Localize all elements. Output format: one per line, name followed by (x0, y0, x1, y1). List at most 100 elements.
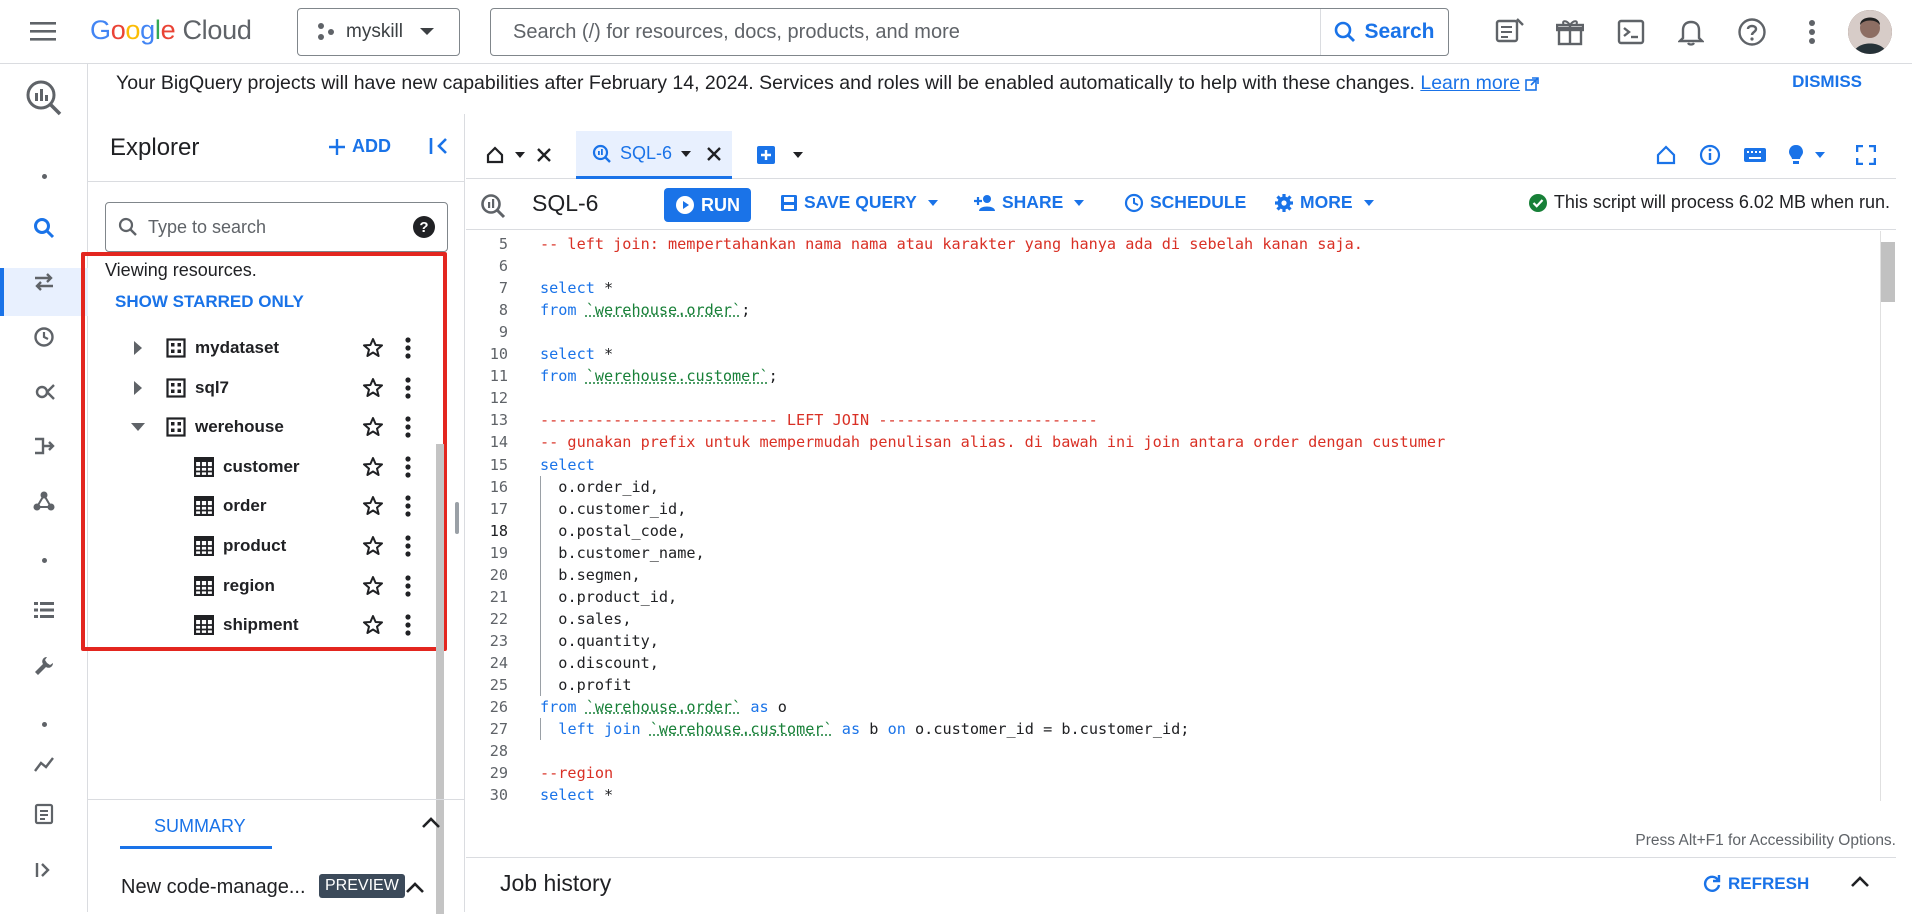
tab-summary[interactable]: SUMMARY (154, 816, 246, 837)
more-vert-icon[interactable] (404, 614, 412, 636)
code-line[interactable]: 10 select * (466, 343, 1880, 365)
google-cloud-logo[interactable]: Google Cloud (90, 15, 252, 46)
add-button[interactable]: ADD (328, 136, 391, 157)
home-icon[interactable] (1656, 131, 1676, 179)
star-icon[interactable] (362, 535, 384, 557)
code-scrollbar-thumb[interactable] (1881, 242, 1895, 302)
avatar[interactable] (1848, 10, 1892, 54)
code-line[interactable]: 9 (466, 321, 1880, 343)
notes-icon[interactable] (1492, 14, 1528, 50)
scheduled-queries-icon[interactable] (28, 321, 60, 353)
more-vert-icon[interactable] (404, 376, 412, 399)
code-line[interactable]: 23 o.quantity, (466, 629, 1880, 652)
close-icon[interactable] (536, 147, 552, 163)
code-line[interactable]: 12 (466, 387, 1880, 409)
help-icon[interactable]: ? (413, 216, 435, 238)
code-line[interactable]: 22 o.sales, (466, 607, 1880, 630)
code-line[interactable]: 21 o.product_id, (466, 585, 1880, 608)
bigquery-logo-icon[interactable] (24, 78, 64, 118)
tree-item-dataset[interactable]: mydataset (88, 328, 428, 368)
tab-home[interactable] (486, 131, 552, 179)
page-scrollbar[interactable] (1896, 114, 1912, 912)
search-input[interactable]: Search (/) for resources, docs, products… (491, 21, 1320, 44)
tab-sql-6[interactable]: SQL-6 (576, 131, 732, 179)
expand-arrow-icon[interactable] (130, 380, 146, 396)
code-line[interactable]: 14 -- gunakan prefix untuk mempermudah pe… (466, 431, 1880, 453)
wrench-icon[interactable] (28, 650, 60, 682)
chevron-up-icon[interactable] (405, 880, 425, 894)
code-line[interactable]: 16 o.order_id, (466, 475, 1880, 498)
fullscreen-icon[interactable] (1856, 131, 1876, 179)
monitoring-icon[interactable] (28, 756, 60, 772)
close-icon[interactable] (706, 146, 722, 162)
tree-item-table[interactable]: region (88, 566, 428, 606)
code-line[interactable]: 15 select (466, 454, 1880, 476)
list-icon[interactable] (28, 594, 60, 626)
dropdown-arrow-icon[interactable] (1814, 151, 1826, 159)
keyboard-icon[interactable] (1743, 131, 1767, 179)
dropdown-arrow-icon[interactable] (792, 151, 804, 159)
expand-arrow-icon[interactable] (130, 340, 146, 356)
star-icon[interactable] (362, 614, 384, 636)
cloud-shell-icon[interactable] (1613, 14, 1649, 50)
partner-center-icon[interactable] (28, 485, 60, 517)
help-icon[interactable] (1734, 14, 1770, 50)
dropdown-arrow-icon[interactable] (514, 151, 526, 159)
code-line[interactable]: 8 from `werehouse.order`; (466, 299, 1880, 321)
more-button[interactable]: MORE (1274, 192, 1375, 213)
dataform-icon[interactable] (28, 430, 60, 462)
run-button[interactable]: RUN (664, 188, 751, 222)
show-starred-only-button[interactable]: SHOW STARRED ONLY (115, 292, 304, 312)
star-icon[interactable] (362, 495, 384, 517)
code-scrollbar[interactable] (1880, 231, 1896, 801)
resource-search[interactable]: Type to search ? (105, 202, 448, 252)
star-icon[interactable] (362, 575, 384, 597)
code-line[interactable]: 24 o.discount, (466, 651, 1880, 674)
new-query-button[interactable] (756, 131, 804, 179)
code-line[interactable]: 18 o.postal_code, (466, 519, 1880, 542)
code-management-label[interactable]: New code-manage... (121, 876, 306, 899)
search-icon[interactable] (28, 212, 60, 244)
data-transfer-icon[interactable] (28, 266, 60, 298)
code-line[interactable]: 30 select * (466, 784, 1880, 801)
dropdown-arrow-icon[interactable] (680, 150, 692, 158)
tree-scrollbar[interactable] (436, 444, 444, 914)
bell-icon[interactable] (1673, 14, 1709, 50)
chevron-up-icon[interactable] (1850, 874, 1870, 888)
code-line[interactable]: 6 (466, 255, 1880, 277)
refresh-button[interactable]: REFRESH (1702, 874, 1809, 894)
tree-item-dataset[interactable]: werehouse (88, 407, 428, 447)
analytics-hub-icon[interactable] (28, 376, 60, 408)
star-icon[interactable] (362, 337, 384, 359)
star-icon[interactable] (362, 377, 384, 399)
hamburger-menu-icon[interactable] (30, 20, 56, 42)
share-button[interactable]: SHARE (974, 192, 1085, 213)
schedule-button[interactable]: SCHEDULE (1124, 192, 1246, 213)
star-icon[interactable] (362, 456, 384, 478)
project-picker[interactable]: myskill (297, 8, 460, 56)
collapse-panel-icon[interactable] (428, 134, 452, 158)
more-vert-icon[interactable] (404, 535, 412, 557)
code-line[interactable]: 28 (466, 740, 1880, 762)
search-button[interactable]: Search (1320, 9, 1448, 55)
code-line[interactable]: 19 b.customer_name, (466, 541, 1880, 564)
code-line[interactable]: 17 o.customer_id, (466, 497, 1880, 520)
more-vert-icon[interactable] (404, 495, 412, 517)
learn-more-link[interactable]: Learn more (1420, 72, 1520, 94)
more-vert-icon[interactable] (1794, 14, 1830, 50)
code-line[interactable]: 20 b.segmen, (466, 563, 1880, 586)
tree-item-table[interactable]: product (88, 526, 428, 566)
dismiss-button[interactable]: DISMISS (1792, 72, 1862, 92)
code-line[interactable]: 13 -------------------------- LEFT JOIN -… (466, 409, 1880, 431)
code-line[interactable]: 27 left join `werehouse.customer` as b o… (466, 718, 1880, 741)
panel-resize-handle[interactable] (455, 502, 459, 534)
save-query-button[interactable]: SAVE QUERY (780, 192, 939, 213)
code-line[interactable]: 7 select * (466, 277, 1880, 299)
code-line[interactable]: 26 from `werehouse.order` as o (466, 696, 1880, 718)
more-vert-icon[interactable] (404, 416, 412, 438)
code-line[interactable]: 5 -- left join: mempertahankan nama nama … (466, 233, 1880, 255)
more-vert-icon[interactable] (404, 456, 412, 478)
code-line[interactable]: 25 o.profit (466, 674, 1880, 696)
tree-item-table[interactable]: shipment (88, 605, 428, 645)
global-search[interactable]: Search (/) for resources, docs, products… (490, 8, 1449, 56)
